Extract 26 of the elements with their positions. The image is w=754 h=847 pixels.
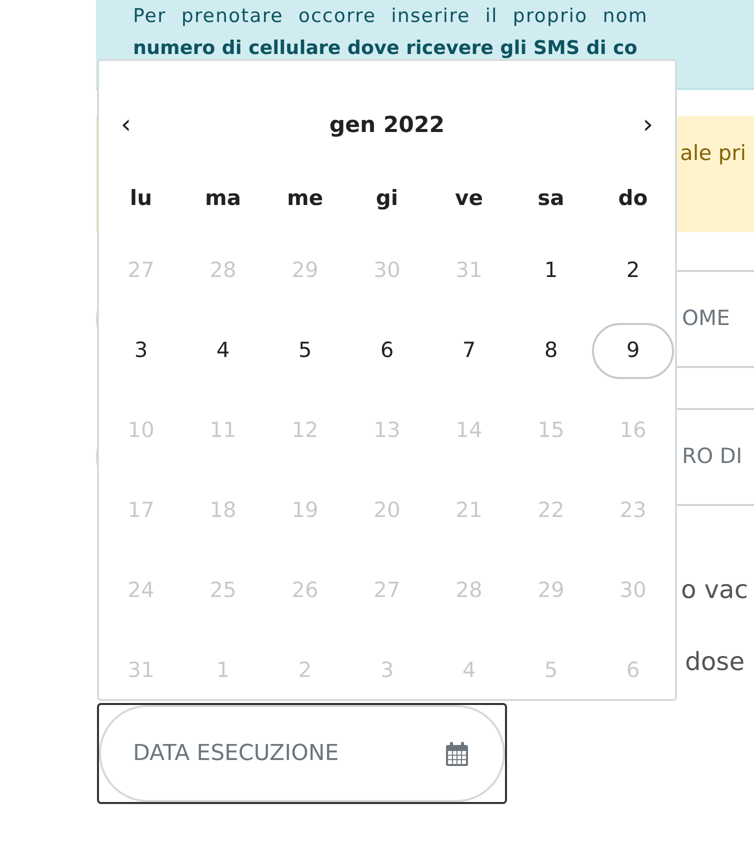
calendar-day[interactable]: 6 [346, 323, 428, 379]
weekday-label: do [618, 185, 648, 211]
heading-text: dose [685, 646, 745, 678]
calendar-day[interactable]: 5 [264, 323, 346, 379]
date-field[interactable]: DATA ESECUZIONE [99, 705, 505, 802]
weekday-label: lu [130, 185, 152, 211]
info-text: Per prenotare occorre inserire il proprio nom [133, 4, 648, 29]
heading-text: o vac [681, 574, 748, 606]
next-month-button[interactable]: › [636, 106, 660, 144]
info-text: numero di cellulare dove ricevere gli SMS di co [133, 36, 638, 61]
weekday-label: sa [538, 185, 564, 211]
calendar-day[interactable]: 1 [510, 243, 592, 299]
calendar-day[interactable]: 7 [428, 323, 510, 379]
previous-month-button[interactable]: ‹ [114, 106, 138, 144]
calendar-day[interactable]: 9 [592, 323, 674, 379]
weekday-label: me [286, 185, 324, 211]
weekday-label: gi [376, 185, 398, 211]
warning-text: ale pri [680, 141, 746, 165]
month-title: gen 2022 [329, 112, 445, 140]
calendar-icon [445, 740, 469, 766]
calendar-day[interactable]: 3 [100, 323, 182, 379]
calendar-day[interactable]: 8 [510, 323, 592, 379]
calendar-day[interactable]: 2 [592, 243, 674, 299]
calendar-day[interactable]: 4 [182, 323, 264, 379]
weekday-label: ma [204, 185, 242, 211]
weekday-label: ve [455, 185, 483, 211]
